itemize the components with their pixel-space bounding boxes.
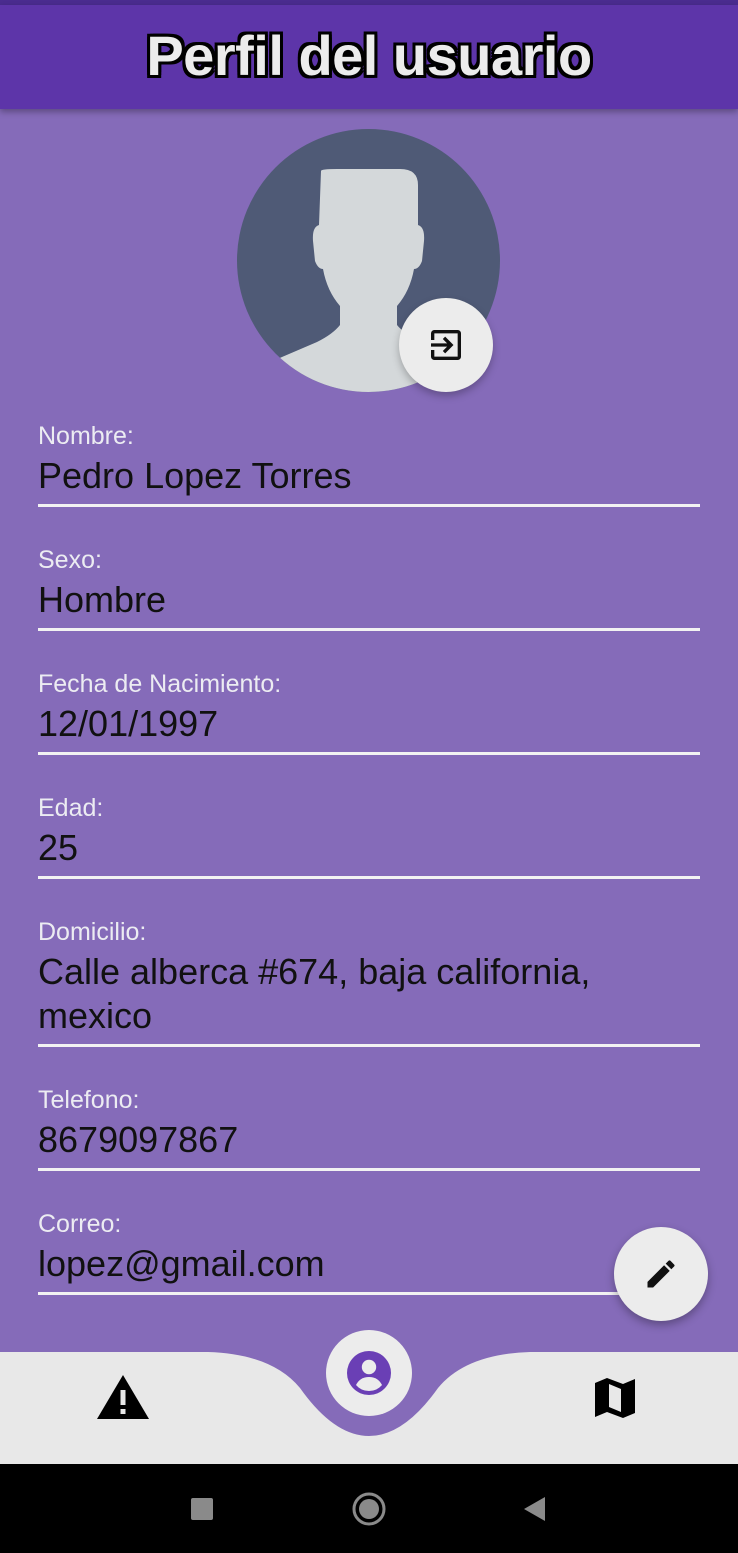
recents-button[interactable] [177, 1484, 227, 1534]
field-label: Nombre: [38, 422, 134, 450]
field-telefono[interactable]: Telefono: 8679097867 [38, 1085, 700, 1171]
recents-square-icon [191, 1498, 213, 1520]
field-value: Calle alberca #674, baja california, mex… [38, 951, 591, 1036]
field-label: Fecha de Nacimiento: [38, 670, 282, 698]
system-navigation-bar [0, 1464, 738, 1553]
field-value: 12/01/1997 [38, 703, 219, 744]
nav-item-profile[interactable] [326, 1330, 412, 1416]
page-title: Perfil del usuario [146, 24, 592, 87]
app-bar: Perfil del usuario [0, 5, 738, 109]
field-label: Domicilio: [38, 918, 147, 946]
account-circle-icon [347, 1351, 391, 1395]
home-circle-icon [352, 1492, 386, 1526]
logout-icon [431, 330, 461, 360]
edit-pencil-icon [647, 1260, 675, 1288]
nav-item-map[interactable] [592, 1374, 638, 1422]
field-label: Correo: [38, 1210, 122, 1238]
home-button[interactable] [344, 1484, 394, 1534]
field-domicilio[interactable]: Domicilio: Calle alberca #674, baja cali… [38, 917, 700, 1047]
field-value: lopez@gmail.com [38, 1243, 325, 1284]
nav-item-alerts[interactable] [96, 1372, 150, 1422]
field-value: 25 [38, 827, 79, 868]
back-triangle-icon [524, 1497, 545, 1521]
edit-button[interactable] [614, 1227, 708, 1321]
field-label: Sexo: [38, 546, 102, 574]
warning-icon [97, 1375, 149, 1419]
field-nombre[interactable]: Nombre: Pedro Lopez Torres [38, 421, 700, 507]
field-value: Hombre [38, 579, 167, 620]
field-sexo[interactable]: Sexo: Hombre [38, 545, 700, 631]
field-correo[interactable]: Correo: lopez@gmail.com [38, 1209, 700, 1295]
field-label: Telefono: [38, 1086, 140, 1114]
field-fecha-nacimiento[interactable]: Fecha de Nacimiento: 12/01/1997 [38, 669, 700, 755]
field-value: Pedro Lopez Torres [38, 455, 352, 496]
back-button[interactable] [509, 1484, 559, 1534]
field-edad[interactable]: Edad: 25 [38, 793, 700, 879]
logout-button[interactable] [399, 298, 493, 392]
field-value: 8679097867 [38, 1119, 239, 1160]
field-label: Edad: [38, 794, 104, 822]
map-icon [595, 1378, 635, 1418]
